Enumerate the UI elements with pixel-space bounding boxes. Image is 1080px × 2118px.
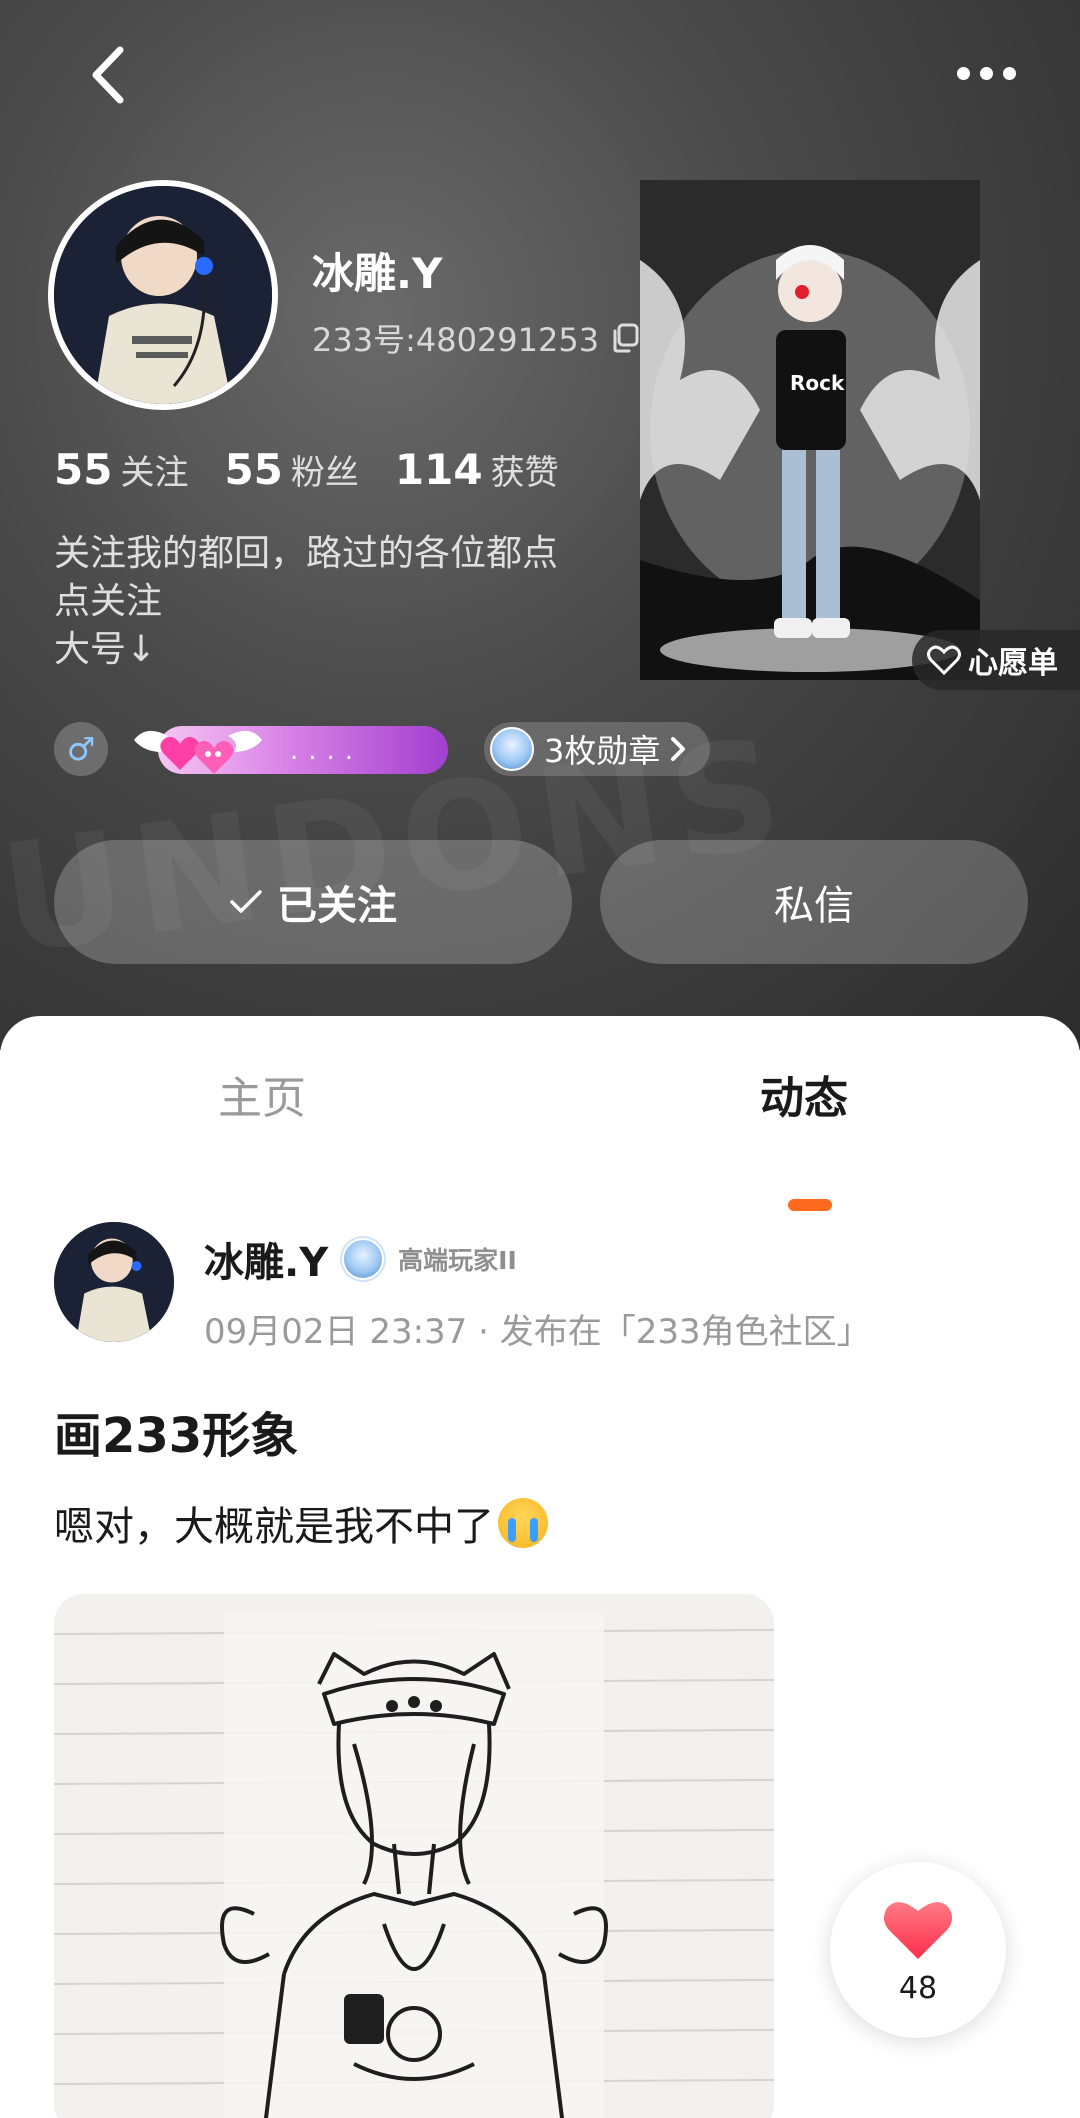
post-body: 嗯对，大概就是我不中了: [54, 1494, 548, 1552]
more-dot-icon: [1002, 66, 1016, 80]
message-label: 私信: [774, 883, 854, 929]
check-icon: [230, 890, 262, 913]
crying-emoji-icon: [498, 1498, 548, 1548]
post-author-row: 冰雕.Y 高端玩家II: [204, 1230, 517, 1288]
action-buttons: 已关注 私信: [54, 840, 1028, 964]
post-header: 冰雕.Y 高端玩家II 09月02日 23:37 · 发布在「233角色社区」: [54, 1222, 1034, 1352]
medal-icon: [490, 727, 534, 771]
stat-likes[interactable]: 114 获赞: [395, 445, 559, 494]
profile-tabs: 主页 动态: [0, 1062, 1080, 1211]
medals-chip[interactable]: 3枚勋章: [484, 722, 711, 776]
more-dot-icon: [956, 66, 970, 80]
avatar-image: [54, 1222, 174, 1342]
sketch-drawing-image: [54, 1594, 774, 2118]
wishlist-label: 心愿单: [968, 646, 1058, 681]
more-dot-icon: [979, 66, 993, 80]
badges-row: ♂ .... 3枚勋章: [54, 722, 711, 776]
rank-medal-icon: [342, 1238, 385, 1280]
stat-label: 关注: [120, 453, 189, 493]
profile-nickname: 冰雕.Y: [312, 249, 443, 298]
post-author-name[interactable]: 冰雕.Y: [204, 1230, 328, 1288]
like-count: 48: [898, 1970, 938, 2006]
message-button[interactable]: 私信: [600, 840, 1028, 964]
stat-label: 获赞: [490, 453, 559, 493]
avatar-image: [54, 186, 272, 404]
avatar-showcase-image[interactable]: Rock: [640, 180, 980, 680]
stat-number: 55: [54, 445, 113, 494]
followed-button[interactable]: 已关注: [54, 840, 572, 964]
medals-count: 3枚勋章: [544, 732, 661, 770]
level-dots: ....: [290, 736, 364, 766]
tab-home[interactable]: 主页: [218, 1062, 306, 1126]
uid-row[interactable]: 233号:480291253: [312, 315, 639, 361]
level-badge[interactable]: ....: [128, 722, 448, 776]
wishlist-button[interactable]: 心愿单: [912, 630, 1080, 690]
post-body-text: 嗯对，大概就是我不中了: [54, 1504, 494, 1550]
heart-outline-icon: [927, 645, 961, 676]
followed-label: 已关注: [277, 883, 397, 929]
heart-filled-icon: [883, 1901, 953, 1959]
stat-followers[interactable]: 55 粉丝: [224, 445, 358, 494]
copy-icon[interactable]: [611, 323, 639, 353]
svg-text:Rock: Rock: [790, 371, 845, 395]
post-author-avatar[interactable]: [54, 1222, 174, 1342]
back-button[interactable]: [78, 40, 138, 110]
stat-following[interactable]: 55 关注: [54, 445, 188, 494]
like-button[interactable]: 48: [830, 1862, 1006, 2038]
profile-avatar[interactable]: [48, 180, 278, 410]
tab-active-indicator: [788, 1199, 832, 1211]
profile-uid: 233号:480291253: [312, 321, 600, 359]
post-meta: 09月02日 23:37 · 发布在「233角色社区」: [204, 1312, 871, 1352]
stat-number: 114: [394, 445, 483, 494]
rank-label: 高端玩家II: [398, 1246, 517, 1275]
tab-feed[interactable]: 动态: [760, 1062, 848, 1126]
chevron-left-icon: [92, 46, 124, 104]
stat-number: 55: [224, 445, 283, 494]
profile-stats: 55 关注 55 粉丝 114 获赞: [54, 445, 559, 494]
post-image[interactable]: [54, 1594, 774, 2118]
gender-male-icon: ♂: [54, 722, 108, 776]
more-options-button[interactable]: [946, 48, 1026, 98]
post-title: 画233形象: [54, 1408, 299, 1464]
profile-header: UNDONS 冰雕.Y 233号:480291253 55 关注 55 粉丝 1…: [0, 0, 1080, 1050]
profile-bio: 关注我的都回，路过的各位都点 点关注 大号↓: [54, 533, 559, 670]
stat-label: 粉丝: [290, 453, 359, 493]
winged-hearts-icon: [134, 730, 262, 774]
chevron-right-icon: [671, 737, 686, 761]
character-3d-image: Rock: [640, 180, 980, 680]
